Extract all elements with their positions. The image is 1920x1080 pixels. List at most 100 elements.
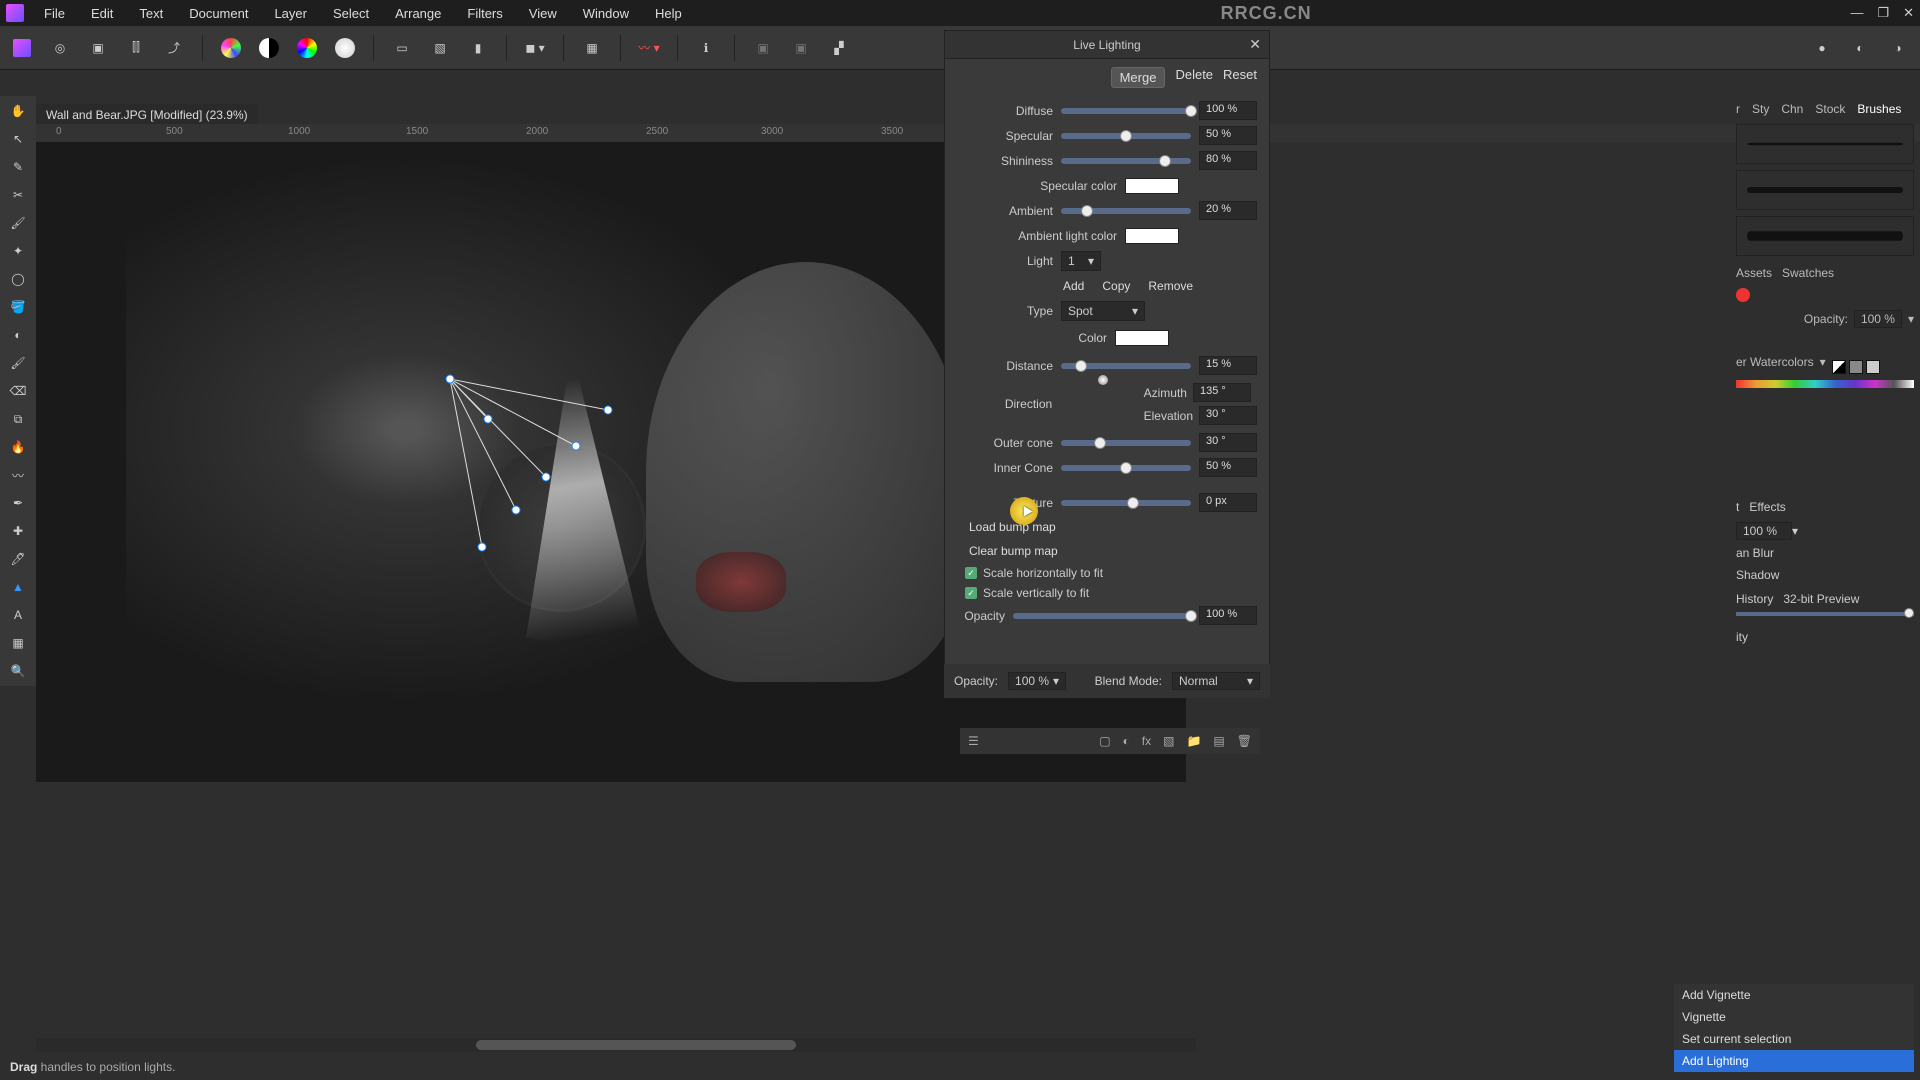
tab-history[interactable]: History (1736, 592, 1773, 606)
selection-cross-icon[interactable]: ▧ (426, 34, 454, 62)
zoom-tool[interactable]: 🔍 (4, 660, 32, 682)
tab-brushes[interactable]: Brushes (1857, 102, 1901, 116)
brush-preview[interactable] (1736, 124, 1914, 164)
marquee-tool[interactable]: ◯ (4, 268, 32, 290)
reset-button[interactable]: Reset (1223, 67, 1257, 88)
ambient-slider[interactable] (1061, 208, 1191, 214)
outer-cone-slider[interactable] (1061, 440, 1191, 446)
type-dropdown[interactable]: Spot▾ (1061, 301, 1145, 321)
distance-value[interactable]: 15 % (1199, 356, 1257, 375)
specular-value[interactable]: 50 % (1199, 126, 1257, 145)
distance-slider[interactable] (1061, 363, 1191, 369)
tab-assets[interactable]: Assets (1736, 266, 1772, 280)
selection-marquee-icon[interactable]: ▭ (388, 34, 416, 62)
adjust-icon[interactable]: ◐ (1123, 734, 1130, 748)
menu-text[interactable]: Text (139, 6, 163, 21)
mask-icon[interactable]: ▢ (1099, 734, 1110, 748)
retouch-tool[interactable]: 🖊 (4, 548, 32, 570)
quick-mask-icon[interactable]: ▮ (464, 34, 492, 62)
folder-icon[interactable]: 📁 (1186, 734, 1201, 748)
scrollbar-thumb[interactable] (476, 1040, 796, 1050)
brush-preview[interactable] (1736, 216, 1914, 256)
tab-chn[interactable]: Chn (1781, 102, 1803, 116)
maximize-button[interactable]: ❐ (1877, 5, 1889, 21)
menu-help[interactable]: Help (655, 6, 682, 21)
delete-button[interactable]: Delete (1175, 67, 1213, 88)
persona-photo-icon[interactable] (8, 34, 36, 62)
crop-tool[interactable]: ✂ (4, 184, 32, 206)
clone-tool[interactable]: ⧉ (4, 408, 32, 430)
list-item[interactable]: Add Lighting (1674, 1050, 1914, 1072)
tab-t[interactable]: t (1736, 500, 1739, 514)
scale-h-checkbox[interactable]: ✓ (965, 567, 977, 579)
footer-opacity-value[interactable]: 100 %▾ (1008, 672, 1066, 690)
pen-tool[interactable]: ✒ (4, 492, 32, 514)
minimize-button[interactable]: — (1850, 5, 1863, 21)
load-bump-button[interactable]: Load bump map (957, 515, 1257, 539)
specular-slider[interactable] (1061, 133, 1191, 139)
opacity-slider[interactable] (1013, 613, 1191, 619)
gaussian-blur-row[interactable]: an Blur (1736, 542, 1914, 564)
menu-arrange[interactable]: Arrange (395, 6, 441, 21)
move-tool[interactable]: ↖ (4, 128, 32, 150)
light-color-swatch[interactable] (1115, 330, 1169, 346)
mesh-tool[interactable]: ▦ (4, 632, 32, 654)
inner-cone-value[interactable]: 50 % (1199, 458, 1257, 477)
tab-r[interactable]: r (1736, 102, 1740, 116)
scale-v-checkbox[interactable]: ✓ (965, 587, 977, 599)
erase-tool[interactable]: ⌫ (4, 380, 32, 402)
sw-opacity-value[interactable]: 100 % (1854, 310, 1902, 328)
menu-select[interactable]: Select (333, 6, 369, 21)
light-handle[interactable] (484, 415, 493, 424)
panel-header[interactable]: Live Lighting ✕ (945, 31, 1269, 59)
diffuse-slider[interactable] (1061, 108, 1191, 114)
menu-view[interactable]: View (529, 6, 557, 21)
fx-icon[interactable]: fx (1142, 734, 1151, 748)
shape-tool[interactable]: ▲ (4, 576, 32, 598)
text-tool[interactable]: A (4, 604, 32, 626)
specular-color-swatch[interactable] (1125, 178, 1179, 194)
brush-preview[interactable] (1736, 170, 1914, 210)
hue-wheel-icon[interactable] (293, 34, 321, 62)
bw-icon[interactable] (255, 34, 283, 62)
light-handle[interactable] (512, 506, 521, 515)
account-icon[interactable]: ● (1808, 34, 1836, 62)
dodge-tool[interactable]: 🔥 (4, 436, 32, 458)
menu-edit[interactable]: Edit (91, 6, 113, 21)
grid-icon[interactable]: ▦ (578, 34, 606, 62)
ambient-value[interactable]: 20 % (1199, 201, 1257, 220)
copy-light-button[interactable]: Copy (1102, 279, 1130, 293)
persona-develop-icon[interactable]: ▣ (84, 34, 112, 62)
white-balance-icon[interactable] (331, 34, 359, 62)
outer-cone-value[interactable]: 30 ° (1199, 433, 1257, 452)
smudge-tool[interactable]: 〰 (4, 464, 32, 486)
clear-bump-button[interactable]: Clear bump map (957, 539, 1257, 563)
light-handle[interactable] (478, 543, 487, 552)
lock-icon[interactable]: ▤ (1213, 734, 1224, 748)
light-origin-handle[interactable] (446, 375, 455, 384)
heal-tool[interactable]: ✚ (4, 520, 32, 542)
diffuse-value[interactable]: 100 % (1199, 101, 1257, 120)
list-item[interactable]: Vignette (1674, 1006, 1914, 1028)
texture-slider[interactable] (1061, 500, 1191, 506)
merge-button[interactable]: Merge (1111, 67, 1166, 88)
menu-file[interactable]: File (44, 6, 65, 21)
shininess-slider[interactable] (1061, 158, 1191, 164)
direction-control[interactable] (1066, 369, 1135, 439)
history-item[interactable]: ity (1736, 626, 1914, 648)
blend-mode-dropdown[interactable]: Normal▾ (1172, 672, 1260, 690)
selection-brush-tool[interactable]: 🖌 (4, 212, 32, 234)
shininess-value[interactable]: 80 % (1199, 151, 1257, 170)
effect-pct[interactable]: 100 % (1736, 522, 1792, 540)
history-slider[interactable] (1736, 612, 1914, 616)
menu-document[interactable]: Document (189, 6, 248, 21)
menu-window[interactable]: Window (583, 6, 629, 21)
remove-light-button[interactable]: Remove (1148, 279, 1193, 293)
horizontal-scrollbar[interactable] (36, 1038, 1196, 1052)
arrange-front-icon[interactable]: ▣ (787, 34, 815, 62)
auto-color-icon[interactable]: 〰 ▾ (635, 34, 663, 62)
palette-strip[interactable] (1736, 380, 1914, 388)
layers-icon[interactable]: ☰ (968, 734, 979, 748)
close-button[interactable]: ✕ (1903, 5, 1914, 21)
arrange-back-icon[interactable]: ▣ (749, 34, 777, 62)
